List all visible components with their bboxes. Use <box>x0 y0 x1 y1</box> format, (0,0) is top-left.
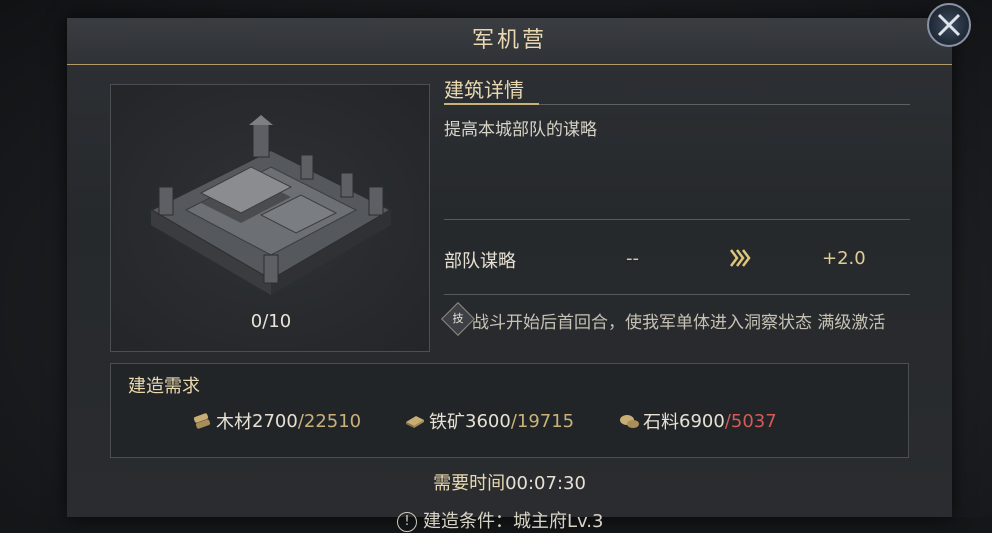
build-time-value: 00:07:30 <box>505 473 586 494</box>
resource-owned: /5037 <box>724 410 777 432</box>
divider <box>444 219 910 220</box>
resource-name: 铁矿 <box>429 412 465 433</box>
building-image-frame: 0/10 <box>110 84 430 352</box>
build-condition: ! 建造条件：城主府Lv.3 <box>397 507 603 533</box>
stat-next-value: +2.0 <box>822 248 866 269</box>
skill-description: 战斗开始后首回合，使我军单体进入洞察状态 满级激活 <box>472 313 886 333</box>
resource-iron: 铁矿 3600 /19715 <box>404 408 574 434</box>
dialog-title: 军机营 <box>471 28 547 53</box>
resource-stone: 石料 6900 /5037 <box>618 408 777 434</box>
section-underline <box>444 103 539 105</box>
wood-icon <box>193 413 211 429</box>
requirements-panel: 建造需求 木材 2700 /22510 铁矿 3600 /19715 石料 69… <box>110 363 909 458</box>
section-title: 建筑详情 <box>444 78 524 102</box>
build-time-label: 需要时间 <box>433 473 506 494</box>
stat-label: 部队谋略 <box>444 251 516 272</box>
stone-icon <box>620 415 639 428</box>
resource-required: 6900 <box>679 410 725 432</box>
iron-icon <box>406 416 424 428</box>
resource-owned: /22510 <box>297 410 362 432</box>
build-condition-text: 建造条件：城主府Lv.3 <box>423 511 604 532</box>
building-illustration <box>148 115 394 295</box>
upgrade-arrow-icon <box>730 249 751 267</box>
resource-required: 2700 <box>252 410 298 432</box>
close-button[interactable] <box>927 3 971 47</box>
resource-required: 3600 <box>465 410 511 432</box>
resource-name: 木材 <box>216 412 252 433</box>
stat-current-value: -- <box>626 248 639 269</box>
building-dialog: 军机营 0/10 建筑详情 提高本城部队的谋略 部队谋略 -- +2.0 技 战… <box>67 18 952 532</box>
resource-wood: 木材 2700 /22510 <box>191 408 361 434</box>
info-icon: ! <box>397 512 417 532</box>
building-description: 提高本城部队的谋略 <box>444 120 597 140</box>
requirements-title: 建造需求 <box>128 376 200 397</box>
divider <box>444 294 910 295</box>
skill-badge-label: 技 <box>452 312 464 325</box>
build-time: 需要时间00:07:30 <box>67 469 952 495</box>
resource-owned: /19715 <box>510 410 575 432</box>
close-icon <box>937 13 961 37</box>
building-level: 0/10 <box>250 311 292 332</box>
resource-name: 石料 <box>643 412 679 433</box>
